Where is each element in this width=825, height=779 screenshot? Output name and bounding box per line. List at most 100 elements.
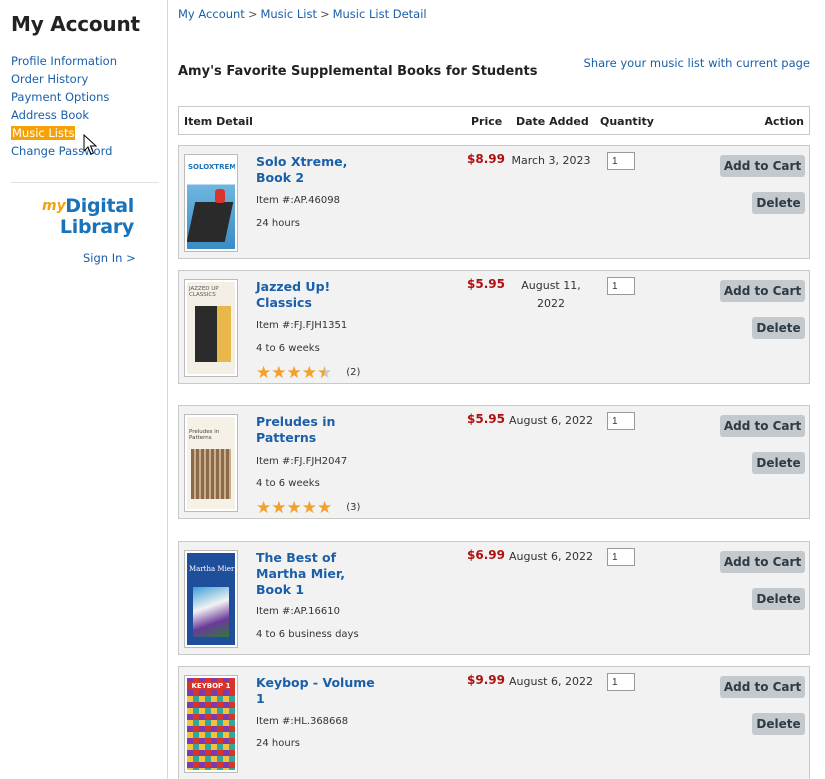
- item-number: Item #:FJ.FJH2047: [256, 456, 348, 467]
- sidebar-title: My Account: [11, 12, 140, 36]
- cover-title-text: KEYBOP 1: [187, 682, 235, 690]
- add-to-cart-button[interactable]: Add to Cart: [720, 551, 805, 573]
- quantity-input[interactable]: [607, 277, 635, 295]
- table-row: KEYBOP 1 Keybop - Volume 1 Item #:HL.368…: [178, 666, 810, 779]
- date-added: August 11, 2022: [521, 279, 581, 310]
- half-star-icon: ★: [317, 363, 333, 383]
- book-title-link[interactable]: The Best of Martha Mier, Book 1: [256, 550, 381, 598]
- star-icon: ★: [286, 363, 302, 383]
- add-to-cart-button[interactable]: Add to Cart: [720, 415, 805, 437]
- delete-button[interactable]: Delete: [752, 452, 805, 474]
- book-cover-thumbnail[interactable]: KEYBOP 1: [184, 675, 238, 773]
- star-icon: ★: [256, 498, 272, 518]
- account-nav: Profile Information Order History Paymen…: [11, 53, 117, 161]
- star-icon: ★: [271, 363, 287, 383]
- item-number: Item #:HL.368668: [256, 716, 349, 727]
- book-title-link[interactable]: Jazzed Up! Classics: [256, 279, 381, 311]
- breadcrumb-music-list[interactable]: Music List: [260, 7, 316, 21]
- shipping-time: 4 to 6 business days: [256, 629, 359, 640]
- sign-in-link[interactable]: Sign In >: [83, 251, 136, 265]
- item-price: $5.95: [467, 412, 505, 426]
- book-cover-image: Preludes in Patterns: [187, 417, 235, 509]
- add-to-cart-button[interactable]: Add to Cart: [720, 280, 805, 302]
- delete-button[interactable]: Delete: [752, 192, 805, 214]
- star-icon: ★: [317, 498, 333, 518]
- breadcrumb-separator: >: [247, 7, 258, 21]
- item-price: $8.99: [467, 152, 505, 166]
- sidebar-item-payment-options[interactable]: Payment Options: [11, 89, 117, 107]
- quantity-input[interactable]: [607, 673, 635, 691]
- header-action: Action: [764, 115, 804, 128]
- book-title-link[interactable]: Solo Xtreme, Book 2: [256, 154, 381, 186]
- book-cover-thumbnail[interactable]: SOLOXTREME: [184, 154, 238, 252]
- cover-title-text: Preludes in Patterns: [189, 429, 220, 441]
- cover-art-shape: [193, 587, 229, 637]
- sidebar-item-profile-information[interactable]: Profile Information: [11, 53, 117, 71]
- star-icon: ★: [301, 363, 317, 383]
- star-rating[interactable]: ★★★★★ (2): [256, 363, 360, 383]
- book-title-link[interactable]: Preludes in Patterns: [256, 414, 381, 446]
- header-item-detail: Item Detail: [184, 115, 253, 128]
- sidebar-item-change-password[interactable]: Change Password: [11, 143, 117, 161]
- add-to-cart-button[interactable]: Add to Cart: [720, 676, 805, 698]
- item-number: Item #:AP.46098: [256, 195, 340, 206]
- my-digital-library-logo[interactable]: my Digital Library: [42, 196, 142, 240]
- header-quantity: Quantity: [600, 115, 654, 128]
- book-cover-thumbnail[interactable]: Martha Mier: [184, 550, 238, 648]
- item-number: Item #:AP.16610: [256, 606, 340, 617]
- shipping-time: 4 to 6 weeks: [256, 478, 320, 489]
- star-icon: ★: [271, 498, 287, 518]
- shipping-time: 24 hours: [256, 738, 301, 749]
- item-price: $6.99: [467, 548, 505, 562]
- book-cover-image: Martha Mier: [187, 553, 235, 645]
- cover-art-shape: [195, 306, 217, 362]
- delete-button[interactable]: Delete: [752, 713, 805, 735]
- star-icon: ★: [301, 498, 317, 518]
- add-to-cart-button[interactable]: Add to Cart: [720, 155, 805, 177]
- sidebar-item-music-lists[interactable]: Music Lists: [11, 125, 117, 143]
- quantity-input[interactable]: [607, 152, 635, 170]
- breadcrumb-separator: >: [319, 7, 330, 21]
- table-row: Martha Mier The Best of Martha Mier, Boo…: [178, 541, 810, 655]
- item-number: Item #:FJ.FJH1351: [256, 320, 348, 331]
- book-cover-image: KEYBOP 1: [187, 678, 235, 770]
- breadcrumb-my-account[interactable]: My Account: [178, 7, 245, 21]
- sidebar-item-order-history[interactable]: Order History: [11, 71, 117, 89]
- cover-art-band: [217, 306, 231, 362]
- book-cover-image: SOLOXTREME: [187, 157, 235, 249]
- book-cover-thumbnail[interactable]: Preludes in Patterns: [184, 414, 238, 512]
- table-header: Item Detail Price Date Added Quantity Ac…: [178, 106, 810, 135]
- date-added: August 6, 2022: [509, 675, 593, 688]
- star-icon: ★: [286, 498, 302, 518]
- account-sidebar: My Account Profile Information Order His…: [0, 0, 168, 779]
- date-added: March 3, 2023: [511, 154, 591, 167]
- star-rating[interactable]: ★★★★★ (3): [256, 498, 360, 518]
- date-added: August 6, 2022: [509, 414, 593, 427]
- quantity-input[interactable]: [607, 548, 635, 566]
- cover-title-text: JAZZED UP CLASSICS: [189, 286, 219, 298]
- share-music-list-link[interactable]: Share your music list with current page: [584, 56, 810, 70]
- shipping-time: 4 to 6 weeks: [256, 343, 320, 354]
- breadcrumb-music-list-detail[interactable]: Music List Detail: [333, 7, 427, 21]
- book-cover-thumbnail[interactable]: JAZZED UP CLASSICS: [184, 279, 238, 377]
- quantity-input[interactable]: [607, 412, 635, 430]
- music-list-title: Amy's Favorite Supplemental Books for St…: [178, 64, 538, 79]
- delete-button[interactable]: Delete: [752, 588, 805, 610]
- sidebar-divider: [11, 182, 159, 183]
- cover-art-shape: [191, 449, 231, 499]
- book-cover-image: JAZZED UP CLASSICS: [187, 282, 235, 374]
- book-title-link[interactable]: Keybop - Volume 1: [256, 675, 381, 707]
- cover-art-figure: [215, 189, 225, 203]
- table-row: JAZZED UP CLASSICS Jazzed Up! Classics I…: [178, 270, 810, 384]
- breadcrumb: My Account > Music List > Music List Detail: [178, 7, 427, 21]
- cover-title-text: SOLOXTREME: [188, 163, 235, 171]
- table-row: Preludes in Patterns Preludes in Pattern…: [178, 405, 810, 519]
- rating-count: (2): [346, 367, 361, 378]
- item-price: $9.99: [467, 673, 505, 687]
- logo-digital-text: Digital: [65, 195, 134, 217]
- delete-button[interactable]: Delete: [752, 317, 805, 339]
- logo-my-text: my: [42, 198, 66, 214]
- sidebar-item-address-book[interactable]: Address Book: [11, 107, 117, 125]
- shipping-time: 24 hours: [256, 218, 301, 229]
- header-price: Price: [471, 115, 503, 128]
